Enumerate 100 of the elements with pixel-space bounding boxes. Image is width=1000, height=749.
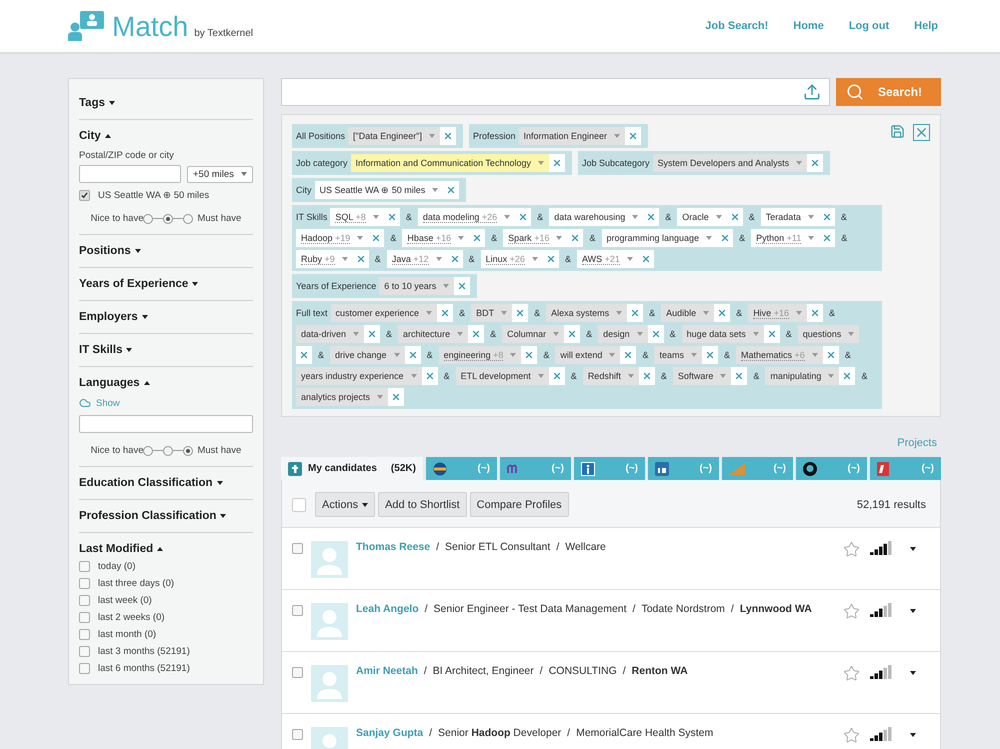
checkbox[interactable] <box>292 543 303 554</box>
close-icon[interactable] <box>913 124 930 141</box>
remove-button[interactable] <box>364 325 380 343</box>
section-toggle[interactable]: Last Modified <box>79 543 164 555</box>
filter-chip[interactable]: AWS +21 <box>576 250 638 268</box>
filter-chip[interactable]: Alexa systems <box>546 304 628 322</box>
filter-chip[interactable]: ETL development <box>456 367 549 385</box>
filter-chip[interactable]: Information and Communication Technology <box>350 154 549 172</box>
checkbox[interactable] <box>292 729 303 740</box>
remove-button[interactable] <box>446 250 463 268</box>
remove-button[interactable] <box>404 346 421 364</box>
star-icon[interactable] <box>843 665 860 682</box>
filter-chip[interactable]: Hbase +16 <box>402 229 470 247</box>
filter-chip[interactable]: US Seattle WA ⊕ 50 miles <box>314 181 444 199</box>
filter-chip[interactable]: System Developers and Analysts <box>652 154 808 172</box>
filter-chip[interactable]: Redshift <box>582 367 639 385</box>
remove-button[interactable] <box>368 229 384 247</box>
caret-icon[interactable] <box>910 671 916 675</box>
remove-button[interactable] <box>548 154 565 172</box>
search-field[interactable] <box>281 78 830 106</box>
remove-button[interactable] <box>512 304 528 322</box>
language-input[interactable] <box>79 415 253 433</box>
checkbox[interactable] <box>79 612 90 623</box>
remove-button[interactable] <box>542 250 559 268</box>
section-toggle[interactable]: Employers <box>79 311 148 323</box>
filter-chip[interactable]: will extend <box>555 346 620 364</box>
filter-chip[interactable]: ["Data Engineer"] <box>348 127 440 145</box>
remove-button[interactable] <box>443 181 460 199</box>
star-icon[interactable] <box>843 727 860 744</box>
remove-button[interactable] <box>638 367 655 385</box>
filter-chip[interactable]: drive change <box>330 346 405 364</box>
caret-icon[interactable] <box>910 547 916 551</box>
checkbox[interactable] <box>79 663 90 674</box>
remove-button[interactable] <box>564 325 580 343</box>
checkbox[interactable] <box>292 667 303 678</box>
filter-chip[interactable]: Information Engineer <box>518 127 626 145</box>
checkbox[interactable] <box>79 190 90 200</box>
checkbox[interactable] <box>79 595 90 606</box>
remove-button[interactable] <box>764 325 780 343</box>
checkbox[interactable] <box>292 605 303 616</box>
remove-button[interactable] <box>515 208 532 226</box>
source-tab[interactable]: My candidates (52K) <box>281 457 423 480</box>
weight-stop[interactable] <box>183 446 194 456</box>
filter-chip[interactable]: manipulating <box>765 367 840 385</box>
section-toggle[interactable]: Education Classification <box>79 477 223 489</box>
filter-chip[interactable]: Hadoop +19 <box>296 229 368 247</box>
filter-chip[interactable]: architecture <box>398 325 468 343</box>
star-icon[interactable] <box>843 603 860 620</box>
remove-button[interactable] <box>567 229 584 247</box>
filter-chip[interactable]: design <box>598 325 648 343</box>
filter-chip[interactable]: data modeling +26 <box>418 208 516 226</box>
filter-chip[interactable]: SQL +8 <box>330 208 384 226</box>
remove-button[interactable] <box>437 304 454 322</box>
filter-chip[interactable]: Spark +16 <box>503 229 568 247</box>
remove-button[interactable] <box>714 304 730 322</box>
section-toggle[interactable]: Years of Experience <box>79 278 198 290</box>
filter-chip[interactable]: data-driven <box>296 325 364 343</box>
remove-button[interactable] <box>388 388 404 406</box>
remove-button[interactable] <box>726 208 743 226</box>
section-toggle[interactable]: IT Skills <box>79 344 132 356</box>
filter-chip[interactable]: huge data sets <box>682 325 764 343</box>
remove-button[interactable] <box>643 208 660 226</box>
filter-chip[interactable]: Java +12 <box>386 250 447 268</box>
filter-chip[interactable]: Teradata <box>760 208 819 226</box>
section-toggle[interactable]: Profession Classification <box>79 510 226 522</box>
caret-icon[interactable] <box>910 733 916 737</box>
remove-button[interactable] <box>807 304 823 322</box>
filter-chip[interactable]: data warehousing <box>549 208 644 226</box>
remove-button[interactable] <box>638 250 654 268</box>
caret-icon[interactable] <box>910 609 916 613</box>
filter-chip[interactable]: Linux +26 <box>480 250 543 268</box>
checkbox[interactable] <box>79 629 90 640</box>
remove-button[interactable] <box>648 325 664 343</box>
remove-button[interactable] <box>384 208 400 226</box>
filter-chip[interactable]: teams <box>654 346 702 364</box>
section-toggle[interactable]: City <box>79 130 111 142</box>
radius-select[interactable]: +50 miles <box>187 166 253 182</box>
remove-button[interactable] <box>620 346 636 364</box>
star-icon[interactable] <box>843 541 860 558</box>
remove-button[interactable] <box>625 127 642 145</box>
save-icon[interactable] <box>890 124 905 139</box>
remove-button[interactable] <box>839 367 856 385</box>
section-toggle[interactable]: Positions <box>79 245 141 257</box>
remove-button[interactable] <box>807 154 824 172</box>
filter-chip[interactable]: programming language <box>602 229 718 247</box>
remove-button[interactable] <box>296 346 312 364</box>
filter-chip[interactable]: Python +11 <box>751 229 820 247</box>
remove-button[interactable] <box>468 325 484 343</box>
filter-chip[interactable]: years industry experience <box>296 367 422 385</box>
remove-button[interactable] <box>822 346 839 364</box>
filter-chip[interactable]: BDT <box>471 304 512 322</box>
remove-button[interactable] <box>548 367 565 385</box>
filter-chip[interactable]: customer experience <box>330 304 438 322</box>
section-toggle[interactable]: Tags <box>79 97 115 109</box>
remove-button[interactable] <box>731 367 748 385</box>
filter-chip[interactable]: Hive +16 <box>748 304 807 322</box>
filter-chip[interactable]: Software <box>672 367 732 385</box>
filter-chip[interactable]: Columnar <box>502 325 564 343</box>
filter-chip[interactable]: engineering +8 <box>438 346 522 364</box>
remove-button[interactable] <box>521 346 538 364</box>
